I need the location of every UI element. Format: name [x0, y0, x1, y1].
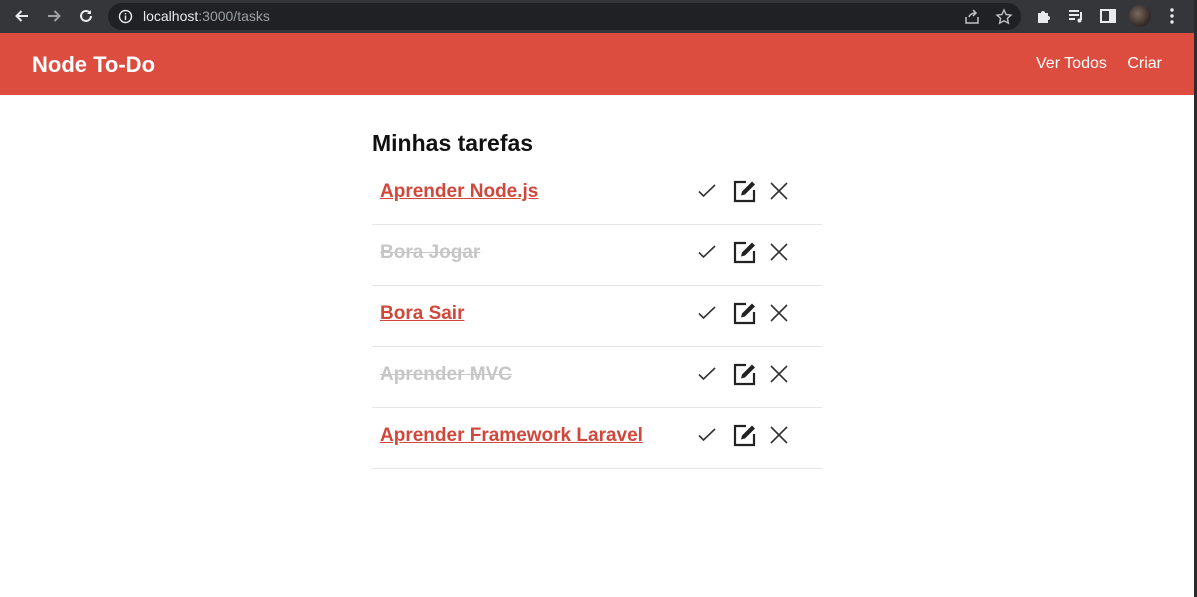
task-title-link[interactable]: Aprender Framework Laravel: [380, 425, 643, 447]
info-icon[interactable]: [118, 9, 133, 29]
address-url[interactable]: localhost:3000/tasks: [143, 8, 270, 24]
profile-avatar[interactable]: [1129, 5, 1151, 27]
task-item: Aprender MVC: [372, 347, 822, 408]
nav-link-ver-todos[interactable]: Ver Todos: [1036, 55, 1107, 72]
task-item: Aprender Node.js: [372, 164, 822, 225]
edit-icon[interactable]: [732, 361, 758, 387]
kebab-menu-icon[interactable]: [1162, 6, 1182, 31]
task-item: Bora Sair: [372, 286, 822, 347]
brand-title[interactable]: Node To-Do: [32, 52, 155, 78]
edit-icon[interactable]: [732, 300, 758, 326]
close-icon[interactable]: [766, 239, 792, 265]
edit-icon[interactable]: [732, 239, 758, 265]
check-icon[interactable]: [694, 239, 720, 265]
url-path: :3000/tasks: [198, 8, 270, 24]
edit-icon[interactable]: [732, 422, 758, 448]
browser-toolbar: localhost:3000/tasks: [0, 0, 1197, 33]
check-icon[interactable]: [694, 422, 720, 448]
task-list: Aprender Node.js Bora Jogar Bora Sair Ap…: [372, 164, 822, 469]
close-icon[interactable]: [766, 178, 792, 204]
app-header: Node To-Do Ver Todos Criar: [0, 33, 1194, 95]
bookmark-star-icon[interactable]: [995, 8, 1013, 31]
page-title: Minhas tarefas: [372, 130, 534, 156]
nav-link-criar[interactable]: Criar: [1127, 55, 1162, 72]
task-title-link[interactable]: Aprender MVC: [380, 364, 512, 386]
extensions-puzzle-icon[interactable]: [1034, 6, 1054, 31]
url-host: localhost: [143, 8, 199, 24]
task-item: Aprender Framework Laravel: [372, 408, 822, 469]
task-title-link[interactable]: Bora Jogar: [380, 242, 480, 264]
side-panel-icon[interactable]: [1098, 6, 1118, 31]
back-arrow-icon[interactable]: [12, 6, 32, 26]
forward-arrow-icon[interactable]: [44, 6, 64, 26]
close-icon[interactable]: [766, 361, 792, 387]
tasks-section: Minhas tarefas Aprender Node.js Bora Jog…: [372, 128, 822, 469]
share-icon[interactable]: [963, 8, 981, 31]
media-queue-icon[interactable]: [1066, 6, 1086, 31]
reload-icon[interactable]: [76, 6, 96, 26]
address-bar[interactable]: localhost:3000/tasks: [108, 3, 1021, 30]
task-item: Bora Jogar: [372, 225, 822, 286]
main-nav: Ver Todos Criar: [1020, 55, 1162, 73]
close-icon[interactable]: [766, 300, 792, 326]
task-title-link[interactable]: Bora Sair: [380, 303, 464, 325]
check-icon[interactable]: [694, 300, 720, 326]
task-title-link[interactable]: Aprender Node.js: [380, 181, 538, 203]
close-icon[interactable]: [766, 422, 792, 448]
check-icon[interactable]: [694, 361, 720, 387]
edit-icon[interactable]: [732, 178, 758, 204]
check-icon[interactable]: [694, 178, 720, 204]
